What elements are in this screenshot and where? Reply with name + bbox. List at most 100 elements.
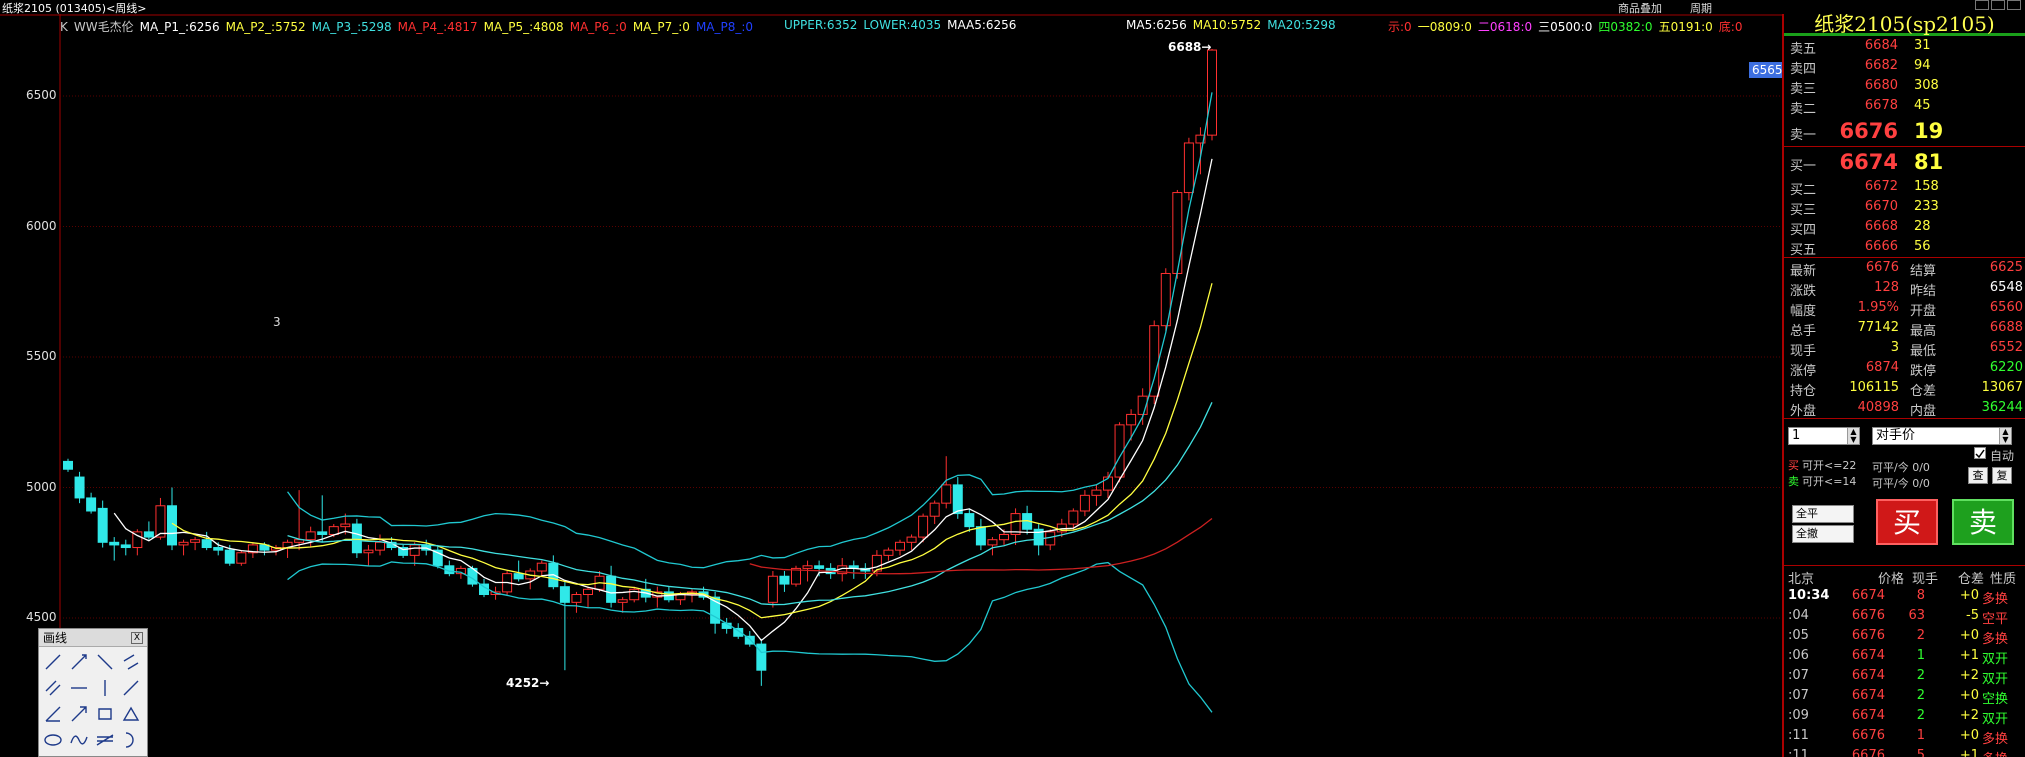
candle-up[interactable] xyxy=(375,541,385,551)
candle-up[interactable] xyxy=(1183,142,1194,194)
sell-button[interactable]: 卖 xyxy=(1952,499,2014,545)
level-price[interactable]: 6684 xyxy=(1865,38,1898,53)
candle-up[interactable] xyxy=(328,526,339,535)
bid-row[interactable]: 买二 6672 158 xyxy=(1784,177,2025,198)
candle-up[interactable] xyxy=(906,536,917,543)
restore-icon[interactable] xyxy=(1991,0,2005,10)
vline-tool-icon[interactable] xyxy=(92,675,118,701)
candle-up[interactable] xyxy=(1068,510,1079,525)
candle-down[interactable] xyxy=(201,539,212,549)
level-price[interactable]: 6672 xyxy=(1865,179,1898,194)
close-icon[interactable]: X xyxy=(131,632,143,644)
level-price[interactable]: 6666 xyxy=(1865,239,1898,254)
candle-up[interactable] xyxy=(305,531,316,541)
candle-up[interactable] xyxy=(987,539,998,546)
candle-up[interactable] xyxy=(583,588,593,596)
bid-row[interactable]: 买四 6668 28 xyxy=(1784,217,2025,238)
hline-tool-icon[interactable] xyxy=(66,675,92,701)
candle-down[interactable] xyxy=(213,547,224,551)
candle-up[interactable] xyxy=(409,544,420,556)
bid-row[interactable]: 买五 6666 56 xyxy=(1784,237,2025,258)
kline-chart[interactable]: K WW毛杰伦 MA_P1_:6256 MA_P2_:5752 MA_P3_:5298 M… xyxy=(0,14,1786,757)
candle-up[interactable] xyxy=(617,599,628,603)
stepper-arrows-icon[interactable]: ▲ ▼ xyxy=(1847,428,1859,444)
triangle-tool-icon[interactable] xyxy=(118,701,144,727)
candle-down[interactable] xyxy=(964,513,975,528)
candle-up[interactable] xyxy=(340,523,351,528)
drawing-tools-palette[interactable]: 画线 X xyxy=(38,628,148,757)
candle-up[interactable] xyxy=(1126,413,1137,426)
parallel-tool-icon[interactable] xyxy=(118,649,144,675)
candle-down[interactable] xyxy=(975,526,986,546)
quantity-stepper[interactable]: 1 ▲ ▼ xyxy=(1788,427,1860,445)
candle-down[interactable] xyxy=(109,541,120,546)
ask-row[interactable]: 卖五 6684 31 xyxy=(1784,36,2025,57)
candle-down[interactable] xyxy=(63,460,73,470)
ask-row[interactable]: 卖三 6680 308 xyxy=(1784,76,2025,97)
level-price[interactable]: 6680 xyxy=(1865,78,1898,93)
candle-up[interactable] xyxy=(929,502,940,517)
candle-down[interactable] xyxy=(86,497,97,512)
candle-down[interactable] xyxy=(559,586,570,603)
candle-up[interactable] xyxy=(883,549,894,556)
trend-tool-icon[interactable] xyxy=(118,675,144,701)
ray-tool-icon[interactable] xyxy=(66,649,92,675)
candle-up[interactable] xyxy=(999,533,1009,541)
candle-up[interactable] xyxy=(236,552,247,564)
candle-down[interactable] xyxy=(143,531,154,538)
channel-tool-icon[interactable] xyxy=(40,675,66,701)
candle-up[interactable] xyxy=(918,515,929,538)
candle-up[interactable] xyxy=(536,562,547,572)
candle-down[interactable] xyxy=(317,531,328,535)
repeat-button[interactable]: 复 xyxy=(1992,467,2012,484)
candle-down[interactable] xyxy=(351,523,362,554)
candle-down[interactable] xyxy=(120,544,131,549)
bid-row[interactable]: 买三 6670 233 xyxy=(1784,197,2025,218)
arrow-tool-icon[interactable] xyxy=(66,701,92,727)
wave-tool-icon[interactable] xyxy=(66,727,92,753)
segment-tool-icon[interactable] xyxy=(92,649,118,675)
level-price[interactable]: 6674 xyxy=(1840,150,1898,174)
candle-down[interactable] xyxy=(97,507,108,543)
candle-up[interactable] xyxy=(1149,325,1160,397)
candle-down[interactable] xyxy=(74,476,85,499)
query-button[interactable]: 查 xyxy=(1968,467,1988,484)
candle-up[interactable] xyxy=(571,594,582,603)
candle-up[interactable] xyxy=(1172,192,1183,274)
rect-tool-icon[interactable] xyxy=(92,701,118,727)
select-arrows-icon[interactable]: ▲ ▼ xyxy=(1999,428,2011,444)
candle-down[interactable] xyxy=(814,565,825,569)
cancel-all-button[interactable]: 全撤 xyxy=(1792,525,1854,543)
angle-tool-icon[interactable] xyxy=(40,701,66,727)
auto-checkbox[interactable] xyxy=(1974,447,1986,459)
candle-up[interactable] xyxy=(363,549,374,554)
ask-row[interactable]: 卖四 6682 94 xyxy=(1784,56,2025,77)
buy-button[interactable]: 买 xyxy=(1876,499,1938,545)
fib-tool-icon[interactable] xyxy=(92,727,118,753)
ellipse-tool-icon[interactable] xyxy=(40,727,66,753)
price-type-select[interactable]: 对手价 ▲ ▼ xyxy=(1872,427,2012,445)
candle-up[interactable] xyxy=(178,541,189,546)
level-price[interactable]: 6682 xyxy=(1865,58,1898,73)
bid-row[interactable]: 买一 6674 81 xyxy=(1784,147,2025,177)
candle-down[interactable] xyxy=(513,573,524,580)
candle-down[interactable] xyxy=(779,575,790,585)
level-price[interactable]: 6668 xyxy=(1865,219,1898,234)
candle-down[interactable] xyxy=(952,484,963,515)
candle-down[interactable] xyxy=(606,575,617,603)
candle-up[interactable] xyxy=(1079,494,1090,512)
level-price[interactable]: 6670 xyxy=(1865,199,1898,214)
level-price[interactable]: 6676 xyxy=(1840,119,1898,143)
arc-tool-icon[interactable] xyxy=(118,727,144,753)
close-all-button[interactable]: 全平 xyxy=(1792,505,1854,523)
level-price[interactable]: 6678 xyxy=(1865,98,1898,113)
candle-up[interactable] xyxy=(155,505,166,538)
candle-up[interactable] xyxy=(895,541,905,551)
ask-row[interactable]: 卖一 6676 19 xyxy=(1784,116,2025,146)
ask-row[interactable]: 卖二 6678 45 xyxy=(1784,96,2025,117)
candle-down[interactable] xyxy=(224,549,235,564)
maximize-icon[interactable] xyxy=(2007,0,2021,10)
candle-up[interactable] xyxy=(190,539,201,543)
chart-canvas[interactable] xyxy=(0,14,1782,757)
candle-up[interactable] xyxy=(1091,489,1102,496)
